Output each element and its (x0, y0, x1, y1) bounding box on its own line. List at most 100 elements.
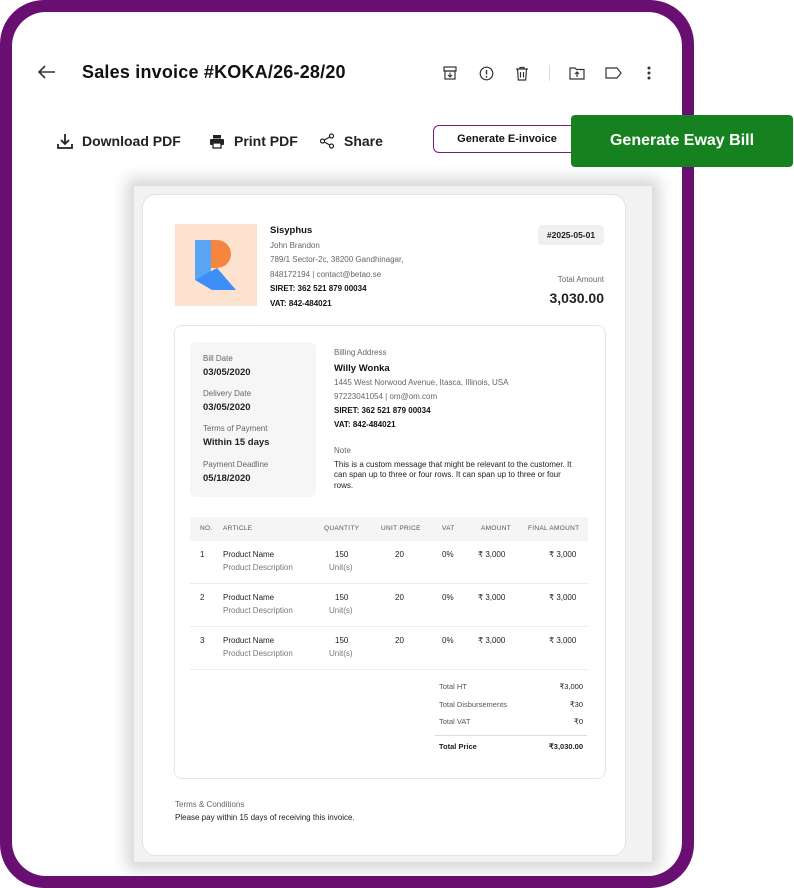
billing-address: Billing Address Willy Wonka 1445 West No… (334, 346, 508, 432)
note-line-3: rows. (334, 480, 354, 490)
row-2-vat: 0% (442, 593, 454, 602)
total-vat-label: Total VAT (439, 717, 471, 726)
row-divider (190, 669, 588, 670)
row-1-no: 1 (200, 550, 205, 559)
terms-of-payment-label: Terms of Payment (203, 424, 268, 433)
summary-total-price: Total Price ₹3,030.00 (439, 742, 583, 751)
header-toolbar (441, 64, 658, 82)
row-1-article: Product Name (223, 550, 275, 559)
row-2-description: Product Description (223, 606, 293, 615)
generate-eway-bill-button[interactable]: Generate Eway Bill (571, 115, 793, 167)
summary-disbursements: Total Disbursements ₹30 (439, 700, 583, 709)
more-vertical-icon[interactable] (640, 64, 658, 82)
company-phone-email: 848172194 | contact@betao.se (270, 269, 382, 279)
summary-total-ht: Total HT ₹3,000 (439, 682, 583, 691)
row-1-unit-price: 20 (395, 550, 404, 559)
billing-address-label: Billing Address (334, 348, 387, 357)
row-3-final-amount: ₹ 3,000 (549, 636, 577, 645)
total-vat-value: ₹0 (574, 717, 583, 726)
summary-divider (435, 735, 587, 736)
share-icon (318, 132, 336, 150)
note-label: Note (334, 446, 351, 455)
col-amount: AMOUNT (481, 525, 511, 532)
row-1-description: Product Description (223, 563, 293, 572)
bill-date-value: 03/05/2020 (203, 367, 251, 378)
row-3-quantity: 150 (335, 636, 349, 645)
trash-icon[interactable] (513, 64, 531, 82)
download-pdf-button[interactable]: Download PDF (56, 132, 181, 150)
company-address: 789/1 Sector-2c, 38200 Gandhinagar, (270, 255, 404, 264)
row-3-unit: Unit(s) (329, 649, 353, 658)
total-amount-value: 3,030.00 (549, 290, 605, 306)
note-line-1: This is a custom message that might be r… (334, 459, 572, 469)
download-pdf-label: Download PDF (82, 133, 181, 149)
row-1-amount: ₹ 3,000 (478, 550, 506, 559)
generate-einvoice-button[interactable]: Generate E-invoice (433, 125, 581, 153)
total-price-value: ₹3,030.00 (549, 742, 583, 751)
printer-icon (208, 132, 226, 150)
row-3-no: 3 (200, 636, 205, 645)
bill-date-label: Bill Date (203, 354, 233, 363)
archive-icon[interactable] (441, 64, 459, 82)
company-contact: John Brandon (270, 240, 320, 250)
tag-icon[interactable] (604, 64, 622, 82)
col-vat: VAT (442, 525, 455, 532)
payment-deadline-label: Payment Deadline (203, 460, 269, 469)
note-line-2: can span up to three or four rows. It ca… (334, 470, 561, 479)
toolbar-divider (549, 65, 550, 81)
row-2-unit-price: 20 (395, 593, 404, 602)
company-name: Sisyphus (270, 225, 313, 236)
col-article: ARTICLE (223, 525, 253, 532)
terms-of-payment-value: Within 15 days (203, 437, 270, 448)
alert-icon[interactable] (477, 64, 495, 82)
terms-section: Terms & Conditions Please pay within 15 … (175, 798, 355, 824)
row-3-unit-price: 20 (395, 636, 404, 645)
billing-address-line: 1445 West Norwood Avenue, Itasca, Illino… (334, 378, 509, 387)
col-final-amount: FINAL AMOUNT (528, 525, 580, 532)
company-siret: SIRET: 362 521 879 00034 (270, 284, 367, 293)
delivery-date-label: Delivery Date (203, 389, 252, 398)
terms-text: Please pay within 15 days of receiving t… (175, 813, 355, 822)
row-1-vat: 0% (442, 550, 454, 559)
row-1-quantity: 150 (335, 550, 349, 559)
terms-label: Terms & Conditions (175, 800, 245, 809)
download-icon (56, 132, 74, 150)
row-3-amount: ₹ 3,000 (478, 636, 506, 645)
billing-siret: SIRET: 362 521 879 00034 (334, 406, 431, 415)
row-divider (190, 583, 588, 584)
share-label: Share (344, 133, 383, 149)
col-no: NO. (200, 525, 213, 532)
row-3-vat: 0% (442, 636, 454, 645)
row-2-quantity: 150 (335, 593, 349, 602)
company-vat: VAT: 842-484021 (270, 298, 332, 308)
folder-upload-icon[interactable] (568, 64, 586, 82)
page-title: Sales invoice #KOKA/26-28/20 (82, 62, 346, 82)
row-2-unit: Unit(s) (329, 606, 353, 615)
print-pdf-button[interactable]: Print PDF (208, 132, 298, 150)
col-unit-price: UNIT PRICE (381, 525, 421, 532)
row-divider (190, 626, 588, 627)
billing-vat: VAT: 842-484021 (334, 420, 396, 429)
billing-name: Willy Wonka (334, 363, 390, 374)
row-2-amount: ₹ 3,000 (478, 593, 506, 602)
row-3-article: Product Name (223, 636, 275, 645)
back-arrow-icon[interactable] (37, 62, 56, 85)
share-button[interactable]: Share (318, 132, 383, 150)
delivery-date-value: 03/05/2020 (203, 402, 251, 413)
company-logo (175, 224, 257, 306)
note-section: Note This is a custom message that might… (334, 446, 588, 491)
payment-deadline-value: 05/18/2020 (203, 473, 251, 484)
col-quantity: QUANTITY (324, 525, 360, 532)
row-3-description: Product Description (223, 649, 293, 658)
row-2-article: Product Name (223, 593, 275, 602)
summary-total-vat: Total VAT ₹0 (439, 717, 583, 726)
print-pdf-label: Print PDF (234, 133, 298, 149)
total-ht-value: ₹3,000 (559, 682, 583, 691)
row-1-unit: Unit(s) (329, 563, 353, 572)
total-disbursements-value: ₹30 (569, 700, 583, 709)
row-1-final-amount: ₹ 3,000 (549, 550, 577, 559)
total-amount-label: Total Amount (557, 275, 604, 284)
total-ht-label: Total HT (439, 682, 467, 691)
total-price-label: Total Price (439, 742, 477, 751)
total-disbursements-label: Total Disbursements (439, 700, 507, 709)
